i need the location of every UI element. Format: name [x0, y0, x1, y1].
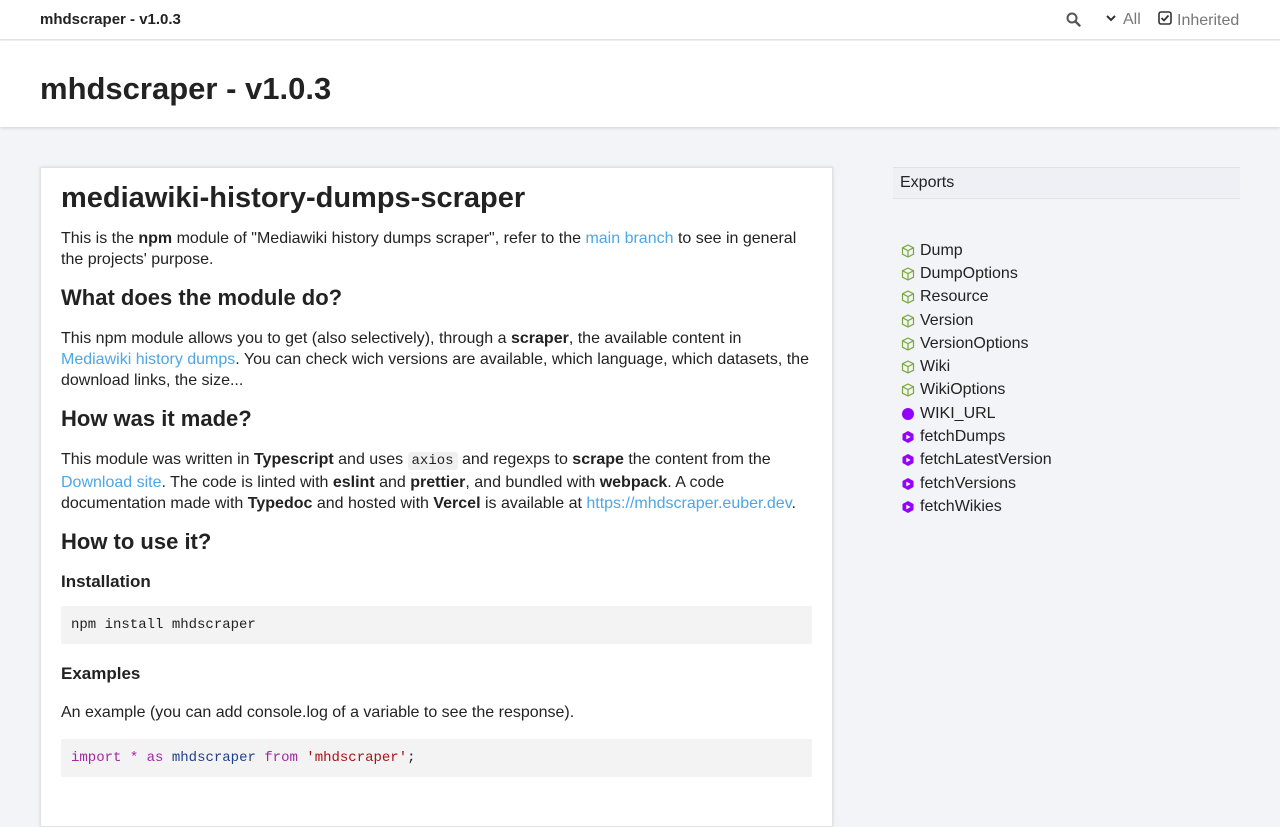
filter-all-label: All: [1123, 11, 1141, 28]
export-item-dump[interactable]: Dump: [901, 239, 1240, 262]
main-branch-link[interactable]: main branch: [585, 230, 673, 247]
export-item-version[interactable]: Version: [901, 309, 1240, 332]
search-icon[interactable]: [1065, 11, 1083, 29]
export-item-label: Wiki: [920, 358, 951, 376]
function-icon: [901, 453, 915, 467]
export-item-label: fetchWikies: [920, 497, 1002, 515]
inherited-label: Inherited: [1177, 11, 1240, 29]
heading-how-made: How was it made?: [61, 406, 252, 431]
export-item-wikioptions[interactable]: WikiOptions: [901, 379, 1240, 402]
export-item-fetchversions[interactable]: fetchVersions: [901, 472, 1240, 495]
brand-link[interactable]: mhdscraper - v1.0.3: [40, 11, 181, 28]
class-icon: [901, 243, 915, 258]
export-item-fetchdumps[interactable]: fetchDumps: [901, 425, 1240, 448]
export-item-label: WikiOptions: [920, 381, 1006, 399]
chevron-down-icon: [1105, 11, 1117, 29]
export-item-label: fetchVersions: [920, 474, 1017, 492]
function-icon: [901, 500, 915, 514]
exports-sidebar: Exports Dump DumpOptions Resource Version Ve…: [893, 167, 1240, 519]
what-paragraph: This npm module allows you to get (also …: [61, 330, 809, 389]
export-item-wiki[interactable]: Wiki: [901, 355, 1240, 378]
example-code-block: import * as mhdscraper from 'mhdscraper'…: [61, 739, 812, 777]
export-item-label: VersionOptions: [920, 334, 1029, 352]
history-dumps-link[interactable]: Mediawiki history dumps: [61, 351, 235, 368]
export-item-label: Version: [920, 311, 974, 329]
intro-paragraph: This is the npm module of "Mediawiki his…: [61, 230, 797, 268]
examples-paragraph: An example (you can add console.log of a…: [61, 704, 575, 721]
page-header: mhdscraper - v1.0.3: [0, 41, 1280, 127]
top-toolbar: mhdscraper - v1.0.3 All Inherited: [0, 0, 1280, 40]
export-item-label: DumpOptions: [920, 264, 1018, 282]
page-title: mhdscraper - v1.0.3: [40, 71, 332, 106]
heading-examples: Examples: [61, 664, 141, 683]
how-paragraph: This module was written in Typescript an…: [61, 451, 796, 512]
class-icon: [901, 290, 915, 304]
heading-installation: Installation: [61, 572, 151, 591]
class-icon: [901, 313, 915, 328]
docs-site-link[interactable]: https://mhdscraper.euber.dev: [586, 495, 791, 512]
function-icon: [901, 430, 915, 444]
export-item-versionoptions[interactable]: VersionOptions: [901, 332, 1240, 355]
exports-heading: Exports: [893, 167, 1240, 199]
export-item-label: Resource: [920, 288, 989, 306]
readme-title: mediawiki-history-dumps-scraper: [61, 182, 526, 214]
exports-list: Dump DumpOptions Resource Version VersionOpt…: [893, 239, 1240, 519]
class-icon: [901, 360, 915, 374]
export-item-label: Dump: [920, 241, 963, 259]
heading-how-use: How to use it?: [61, 529, 212, 554]
export-item-resource[interactable]: Resource: [901, 286, 1240, 309]
function-icon: [901, 477, 915, 491]
export-item-fetchlatestversion[interactable]: fetchLatestVersion: [901, 449, 1240, 472]
export-item-label: WIKI_URL: [920, 404, 996, 422]
download-site-link[interactable]: Download site: [61, 474, 162, 491]
install-code-block: npm install mhdscraper: [61, 606, 812, 644]
inline-code: axios: [407, 452, 458, 470]
visibility-filter-all[interactable]: All: [1105, 11, 1141, 29]
export-item-fetchwikies[interactable]: fetchWikies: [901, 495, 1240, 518]
class-icon: [901, 267, 915, 281]
heading-what: What does the module do?: [61, 285, 343, 310]
checkbox-checked-icon: [1158, 11, 1172, 30]
export-item-label: fetchDumps: [920, 428, 1006, 446]
inherited-toggle[interactable]: Inherited: [1158, 11, 1239, 30]
variable-icon: [901, 407, 915, 421]
class-icon: [901, 337, 915, 351]
export-item-dumpoptions[interactable]: DumpOptions: [901, 262, 1240, 285]
readme-content: mediawiki-history-dumps-scraper This is …: [40, 167, 833, 827]
class-icon: [901, 383, 915, 398]
export-item-wiki-url[interactable]: WIKI_URL: [901, 402, 1240, 425]
export-item-label: fetchLatestVersion: [920, 451, 1052, 469]
